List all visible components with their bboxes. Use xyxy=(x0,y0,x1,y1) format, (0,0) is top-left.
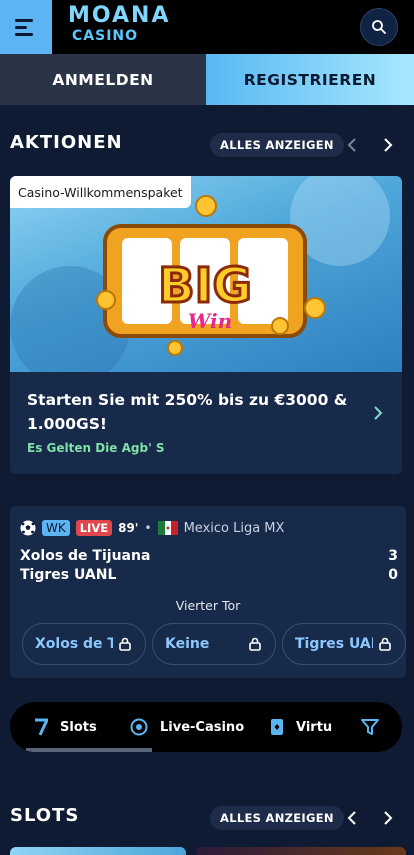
live-badge: LIVE xyxy=(75,520,113,536)
tab-live-casino[interactable]: Live-Casino xyxy=(130,702,244,752)
soccer-ball-icon xyxy=(20,520,36,536)
separator-dot: • xyxy=(144,521,152,535)
promotion-image: BIG Win Casino-Willkommenspaket xyxy=(10,176,402,372)
chevron-right-icon xyxy=(384,138,393,152)
card-icon xyxy=(271,719,283,735)
win-text: Win xyxy=(188,309,232,333)
big-text: BIG xyxy=(158,258,252,314)
promotions-header: AKTIONEN ALLES ANZEIGEN xyxy=(0,130,414,160)
top-header: MOANA CASINO xyxy=(0,0,414,54)
promotion-terms-link[interactable]: Es Gelten Die Agb' S xyxy=(27,441,165,455)
competition-badge: WK xyxy=(42,520,70,536)
slot-game-thumbnail[interactable] xyxy=(196,847,406,855)
away-team-name: Tigres UANL xyxy=(20,567,117,583)
logo-wordmark: MOANA xyxy=(68,3,171,28)
odd-button-home[interactable]: Xolos de Tijuana xyxy=(22,623,146,665)
match-minute: 89' xyxy=(118,521,139,535)
lock-icon xyxy=(249,637,261,651)
show-all-button[interactable]: ALLES ANZEIGEN xyxy=(210,806,344,830)
odd-label: Keine xyxy=(165,636,210,652)
section-title: SLOTS xyxy=(10,805,80,826)
market-title: Vierter Tor xyxy=(175,598,241,613)
category-tab-bar: Slots Live-Casino Virtu xyxy=(10,702,402,752)
league-name: Mexico Liga MX xyxy=(183,520,285,536)
promotion-card[interactable]: BIG Win Casino-Willkommenspaket Starten … xyxy=(10,176,402,474)
login-button[interactable]: ANMELDEN xyxy=(0,54,206,105)
register-button[interactable]: REGISTRIEREN xyxy=(206,54,414,105)
odd-label: Xolos de Tijuana xyxy=(35,636,113,652)
casino-chip-icon xyxy=(130,718,148,736)
away-team-score: 0 xyxy=(388,567,398,583)
lock-icon xyxy=(379,637,391,651)
chevron-right-icon xyxy=(374,406,383,420)
show-all-button[interactable]: ALLES ANZEIGEN xyxy=(210,133,344,157)
auth-bar: ANMELDEN REGISTRIEREN xyxy=(0,54,414,105)
tab-label: Live-Casino xyxy=(160,719,245,735)
odd-button-away[interactable]: Tigres UANL xyxy=(282,623,406,665)
next-arrow-button[interactable] xyxy=(376,130,400,160)
hamburger-menu-button[interactable] xyxy=(0,0,52,54)
seven-icon xyxy=(35,718,48,736)
chevron-left-icon xyxy=(347,811,356,825)
live-match-card[interactable]: WK LIVE 89' • Mexico Liga MX Xolos de Ti… xyxy=(10,506,406,678)
tab-label: Slots xyxy=(60,719,97,735)
promotion-headline: Starten Sie mit 250% bis zu €3000 & 1.00… xyxy=(27,391,348,433)
chevron-left-icon xyxy=(347,138,356,152)
slots-header: SLOTS ALLES ANZEIGEN xyxy=(0,803,414,833)
home-team-score: 3 xyxy=(388,548,398,564)
hamburger-icon-line xyxy=(15,18,33,22)
hamburger-icon-line xyxy=(15,32,33,36)
slot-game-thumbnail[interactable] xyxy=(10,847,186,855)
prev-arrow-button[interactable] xyxy=(340,803,364,833)
away-team-row: Tigres UANL 0 xyxy=(20,567,398,587)
odds-row: Xolos de Tijuana Keine Tigres UANL xyxy=(22,623,406,665)
odd-label: Tigres UANL xyxy=(295,636,373,652)
hamburger-icon-line xyxy=(15,25,27,29)
moana-casino-logo[interactable]: MOANA CASINO xyxy=(68,4,178,48)
filter-icon[interactable] xyxy=(360,717,380,737)
prev-arrow-button[interactable] xyxy=(340,130,364,160)
next-arrow-button[interactable] xyxy=(376,803,400,833)
active-tab-indicator xyxy=(26,748,152,752)
mexico-flag-icon xyxy=(157,521,178,535)
home-team-row: Xolos de Tijuana 3 xyxy=(20,548,398,568)
section-title: AKTIONEN xyxy=(10,132,123,153)
promotion-badge: Casino-Willkommenspaket xyxy=(10,176,191,208)
logo-subtitle: CASINO xyxy=(72,28,139,44)
match-meta: WK LIVE 89' • Mexico Liga MX xyxy=(20,518,284,538)
chevron-right-icon xyxy=(384,811,393,825)
lock-icon xyxy=(119,637,131,651)
search-icon xyxy=(372,20,386,34)
tab-slots[interactable]: Slots xyxy=(34,702,97,752)
promotion-open-button[interactable] xyxy=(368,401,388,425)
odd-button-none[interactable]: Keine xyxy=(152,623,276,665)
tab-virtual[interactable]: Virtu xyxy=(270,702,332,752)
tab-label: Virtu xyxy=(296,719,333,735)
home-team-name: Xolos de Tijuana xyxy=(20,548,151,564)
search-button[interactable] xyxy=(360,8,398,46)
